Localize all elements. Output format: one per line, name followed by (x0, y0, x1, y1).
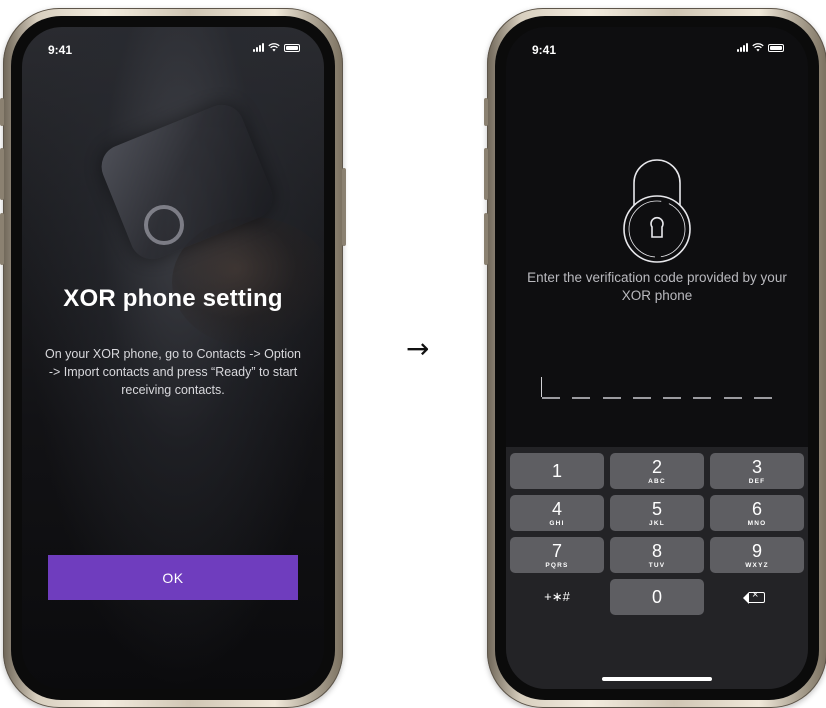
code-slot (541, 377, 560, 399)
key-letters: MNO (747, 519, 767, 527)
signal-icon (737, 43, 748, 52)
key-2[interactable]: 2 ABC (610, 453, 704, 489)
key-4[interactable]: 4 GHI (510, 495, 604, 531)
key-0[interactable]: 0 (610, 579, 704, 615)
key-number: 3 (751, 456, 762, 477)
key-number: 0 (651, 587, 662, 607)
phone-frame-left: 9:41 XOR phone setting On your XOR phone… (0, 8, 346, 708)
setting-screen: 9:41 XOR phone setting On your XOR phone… (22, 27, 324, 689)
verification-screen: 9:41 Enter the verification code provide… (506, 27, 808, 689)
delete-key[interactable] (710, 579, 804, 615)
status-bar: 9:41 (506, 27, 808, 67)
verification-prompt: Enter the verification code provided by … (527, 270, 787, 303)
bezel: 9:41 Enter the verification code provide… (495, 16, 819, 700)
power-button (342, 168, 346, 246)
volume-up-button (0, 148, 4, 200)
key-letters: JKL (649, 519, 665, 527)
key-1[interactable]: 1 (510, 453, 604, 489)
code-slot (723, 397, 742, 399)
volume-down-button (0, 213, 4, 265)
signal-icon (253, 43, 264, 52)
home-indicator (602, 677, 712, 681)
volume-up-button (484, 148, 488, 200)
key-number: 1 (551, 461, 562, 481)
wifi-icon (268, 43, 280, 52)
code-input[interactable] (541, 377, 772, 399)
battery-icon (768, 43, 784, 52)
key-number: 4 (551, 498, 562, 519)
key-letters: PQRS (545, 561, 569, 569)
key-letters: GHI (549, 519, 565, 527)
status-time: 9:41 (48, 43, 73, 57)
key-number: 9 (751, 540, 762, 561)
key-8[interactable]: 8 TUV (610, 537, 704, 573)
status-bar: 9:41 (22, 27, 324, 67)
key-5[interactable]: 5 JKL (610, 495, 704, 531)
code-slot (572, 397, 591, 399)
battery-icon (284, 43, 300, 52)
padlock-icon (623, 159, 691, 263)
transition-arrow: → (406, 332, 430, 365)
code-slot (753, 397, 772, 399)
key-9[interactable]: 9 WXYZ (710, 537, 804, 573)
wifi-icon (752, 43, 764, 52)
key-number: 6 (751, 498, 762, 519)
key-letters: WXYZ (745, 561, 769, 569)
key-number: 8 (651, 540, 662, 561)
backspace-icon (743, 589, 765, 604)
key-number: 7 (551, 540, 562, 561)
key-3[interactable]: 3 DEF (710, 453, 804, 489)
ok-button[interactable]: OK (48, 555, 298, 600)
key-letters: ABC (648, 477, 666, 485)
key-letters: DEF (748, 477, 766, 485)
mute-switch (0, 98, 4, 126)
code-slot (602, 397, 621, 399)
key-6[interactable]: 6 MNO (710, 495, 804, 531)
page-title: XOR phone setting (63, 285, 283, 312)
mute-switch (484, 98, 488, 126)
home-indicator (118, 677, 228, 681)
xor-logo-icon (144, 205, 184, 245)
key-7[interactable]: 7 PQRS (510, 537, 604, 573)
phone-frame-right: 9:41 Enter the verification code provide… (484, 8, 826, 708)
key-number: 2 (651, 456, 662, 477)
volume-down-button (484, 213, 488, 265)
key-letters: TUV (648, 561, 666, 569)
status-time: 9:41 (532, 43, 557, 57)
code-slot (663, 397, 682, 399)
key-number: 5 (651, 498, 662, 519)
code-slot (632, 397, 651, 399)
instructions-text: On your XOR phone, go to Contacts -> Opt… (44, 347, 302, 397)
symbols-label: +∗# (544, 589, 570, 604)
numeric-keypad: 1 2 ABC 3 DEF 4 GHI 5 JKL 6 MNO 7 PQRS 8… (506, 447, 808, 689)
bezel: 9:41 XOR phone setting On your XOR phone… (11, 16, 335, 700)
code-slot (693, 397, 712, 399)
symbols-key[interactable]: +∗# (510, 579, 604, 615)
